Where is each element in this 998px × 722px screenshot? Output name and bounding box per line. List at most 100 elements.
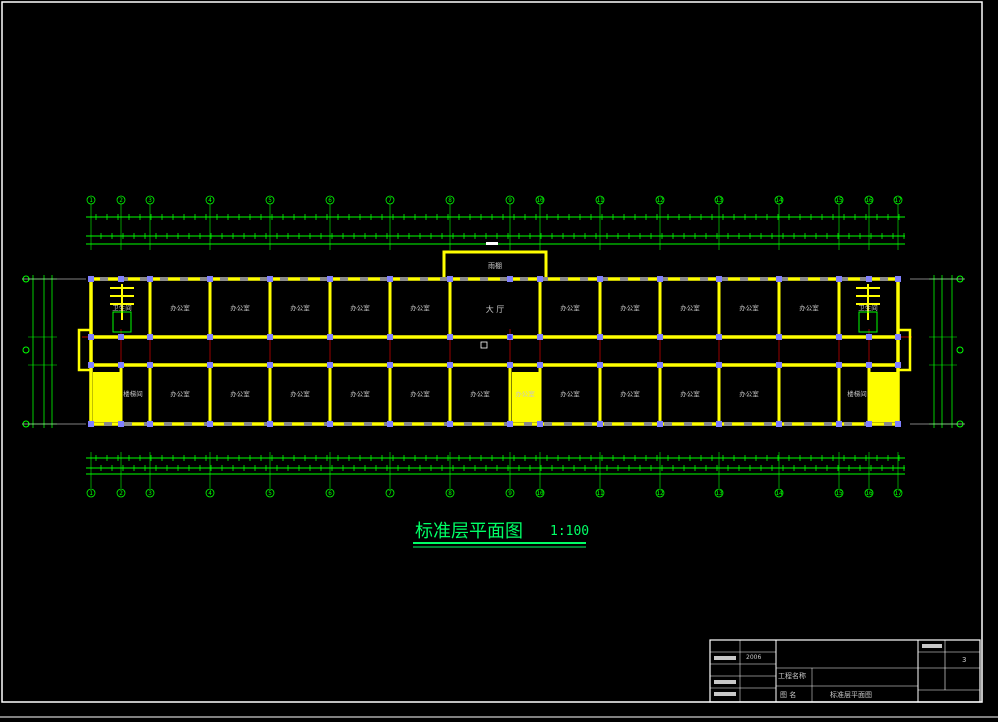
- axis-label-bottom: 5: [268, 490, 272, 497]
- window-mark: [724, 422, 732, 426]
- column-mark: [597, 362, 603, 368]
- window-mark: [240, 277, 248, 281]
- axis-label-top: 2: [119, 197, 123, 204]
- project-name-label: 工程名称: [778, 671, 806, 680]
- canopy-label: 雨棚: [488, 261, 502, 270]
- room-label: 办公室: [560, 389, 580, 398]
- column-mark: [716, 276, 722, 282]
- window-mark: [180, 277, 188, 281]
- axis-label-top: 6: [328, 197, 332, 204]
- window-mark: [140, 277, 148, 281]
- column-mark: [447, 362, 453, 368]
- column-mark: [207, 421, 213, 427]
- axis-label-top: 10: [536, 197, 544, 204]
- room-label: 办公室: [350, 303, 370, 312]
- column-mark: [657, 362, 663, 368]
- axis-label-bottom: 7: [388, 490, 392, 497]
- column-mark: [657, 334, 663, 340]
- window-mark: [844, 422, 852, 426]
- axis-label-bottom: 2: [119, 490, 123, 497]
- title-block: 工程名称 图 名 标准层平面图 3 2006: [709, 639, 981, 703]
- window-mark: [560, 277, 568, 281]
- column-mark: [836, 334, 842, 340]
- room-label: 大 厅: [486, 304, 505, 314]
- axis-label-top: 3: [148, 197, 152, 204]
- window-mark: [824, 422, 832, 426]
- axis-label-bottom: 6: [328, 490, 332, 497]
- column-mark: [895, 276, 901, 282]
- column-mark: [207, 276, 213, 282]
- column-mark: [895, 362, 901, 368]
- window-mark: [704, 422, 712, 426]
- window-mark: [344, 422, 352, 426]
- window-mark: [104, 422, 112, 426]
- window-mark: [800, 277, 808, 281]
- window-mark: [420, 277, 428, 281]
- column-mark: [327, 334, 333, 340]
- axis-label-bottom: 14: [775, 490, 783, 497]
- room-label: 办公室: [170, 303, 190, 312]
- window-mark: [820, 277, 828, 281]
- column-mark: [147, 421, 153, 427]
- axis-label-top: 17: [894, 197, 902, 204]
- axis-label-bottom: 10: [536, 490, 544, 497]
- window-mark: [100, 277, 108, 281]
- window-mark: [700, 277, 708, 281]
- axis-label-top: 7: [388, 197, 392, 204]
- window-mark: [164, 422, 172, 426]
- room-label: 楼梯间: [847, 389, 867, 398]
- window-mark: [584, 422, 592, 426]
- window-mark: [400, 277, 408, 281]
- window-mark: [160, 277, 168, 281]
- column-mark: [716, 334, 722, 340]
- window-mark: [524, 422, 532, 426]
- column-mark: [267, 421, 273, 427]
- room-label: 办公室: [470, 389, 490, 398]
- column-mark: [537, 421, 543, 427]
- axis-label-bottom: 16: [865, 490, 873, 497]
- axis-label-top: 9: [508, 197, 512, 204]
- window-mark: [640, 277, 648, 281]
- window-mark: [304, 422, 312, 426]
- column-mark: [327, 276, 333, 282]
- axis-label-top: 1: [89, 197, 93, 204]
- window-mark: [684, 422, 692, 426]
- axis-label-bottom: 9: [508, 490, 512, 497]
- axis-label-bottom: 8: [448, 490, 452, 497]
- window-mark: [520, 277, 528, 281]
- window-mark: [464, 422, 472, 426]
- column-mark: [88, 334, 94, 340]
- stairwell-east: [870, 372, 897, 422]
- axis-label-top: 13: [715, 197, 723, 204]
- room-label: 卫生间: [112, 303, 132, 312]
- window-mark: [500, 277, 508, 281]
- column-mark: [327, 362, 333, 368]
- axis-label-top: 12: [656, 197, 664, 204]
- column-mark: [776, 276, 782, 282]
- window-mark: [744, 422, 752, 426]
- axis-label-bottom: 13: [715, 490, 723, 497]
- room-label: 办公室: [350, 389, 370, 398]
- side-axis-bubble: [956, 346, 964, 354]
- cad-drawing-canvas: 1122334455667788991010111112121313141415…: [0, 1, 998, 718]
- axis-label-top: 15: [835, 197, 843, 204]
- column-mark: [716, 362, 722, 368]
- room-label: 办公室: [170, 389, 190, 398]
- column-mark: [537, 362, 543, 368]
- column-mark: [836, 276, 842, 282]
- window-mark: [380, 277, 388, 281]
- window-mark: [764, 422, 772, 426]
- year-value: 2006: [746, 654, 761, 661]
- drawing-title: 标准层平面图: [415, 521, 523, 542]
- column-mark: [537, 276, 543, 282]
- window-mark: [880, 277, 888, 281]
- axis-label-bottom: 11: [596, 490, 604, 497]
- window-mark: [280, 277, 288, 281]
- window-mark: [484, 422, 492, 426]
- axis-label-top: 4: [208, 197, 212, 204]
- sheet-border: [1, 1, 983, 703]
- column-mark: [597, 334, 603, 340]
- window-mark: [424, 422, 432, 426]
- axis-label-top: 14: [775, 197, 783, 204]
- room-label: 卫生间: [858, 303, 878, 312]
